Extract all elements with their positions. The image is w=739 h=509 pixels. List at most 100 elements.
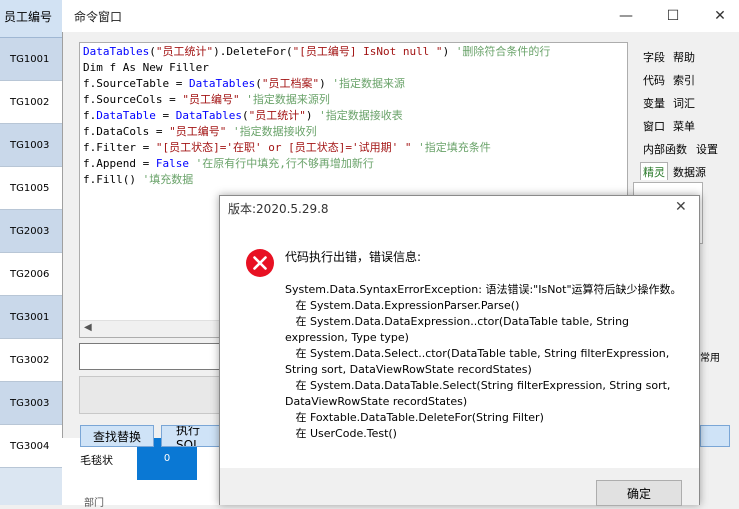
code-line: f.Append = False '在原有行中填充,行不够再增加新行: [83, 156, 374, 172]
error-line: String sort, DataViewRowState recordStat…: [285, 363, 532, 376]
error-line: System.Data.SyntaxErrorException: 语法错误:"…: [285, 283, 682, 296]
grid-row[interactable]: TG1003: [0, 124, 62, 167]
code-token: '指定数据来源列: [246, 93, 330, 106]
code-token: "[员工状态]='在职' or [员工状态]='试用期' ": [155, 141, 412, 154]
panel-item[interactable]: 词汇: [673, 95, 695, 111]
common-label[interactable]: 常用: [700, 349, 720, 364]
code-token: '指定数据来源: [332, 77, 405, 90]
grid-row[interactable]: TG1005: [0, 167, 62, 210]
code-token: "员工统计": [248, 109, 306, 122]
code-line: f.SourceCols = "员工编号" '指定数据来源列: [83, 92, 330, 108]
code-token: Dim f As New Filler: [83, 61, 209, 74]
code-token: False: [155, 157, 189, 170]
code-token: '删除符合条件的行: [455, 45, 551, 58]
close-button[interactable]: ✕: [710, 6, 730, 26]
code-token: f.Append =: [83, 157, 156, 170]
error-icon: [245, 248, 275, 278]
exec-sql-button[interactable]: 执行SQL: [161, 425, 223, 447]
code-token: f.Fill(): [83, 173, 143, 186]
code-line: f.SourceTable = DataTables("员工档案") '指定数据…: [83, 76, 405, 92]
panel-item[interactable]: 字段: [643, 49, 665, 65]
grid-row[interactable]: TG2006: [0, 253, 62, 296]
dialog-title: 版本:2020.5.29.8: [228, 202, 329, 216]
code-token: (: [241, 109, 249, 122]
code-token: ).DeleteFor(: [213, 45, 293, 58]
minimize-button[interactable]: —: [616, 6, 636, 26]
code-token: (: [149, 45, 156, 58]
code-token: f.SourceCols =: [83, 93, 183, 106]
error-line: 在 System.Data.Select..ctor(DataTable tab…: [285, 347, 670, 360]
background-grid: 员工编号 TG1001 TG1002 TG1003 TG1005 TG2003 TG200…: [0, 0, 62, 505]
panel-item[interactable]: 设置: [696, 141, 718, 157]
find-replace-button[interactable]: 查找替换: [80, 425, 154, 447]
error-line: 在 UserCode.Test(): [285, 427, 397, 440]
scroll-left-icon[interactable]: ◀: [84, 322, 92, 333]
code-token: '填充数据: [142, 173, 194, 186]
panel-item[interactable]: 帮助: [673, 49, 695, 65]
code-token: f.SourceTable =: [83, 77, 189, 90]
panel-item[interactable]: 索引: [673, 72, 695, 88]
panel-item[interactable]: 菜单: [673, 118, 695, 134]
code-line: f.Filter = "[员工状态]='在职' or [员工状态]='试用期' …: [83, 140, 491, 156]
panel-item[interactable]: 变量: [643, 95, 665, 111]
title-bar: [62, 0, 739, 32]
panel-item[interactable]: 内部函数: [643, 141, 687, 157]
code-line: f.DataCols = "员工编号" '指定数据接收列: [83, 124, 317, 140]
grid-column-header[interactable]: 员工编号: [0, 0, 62, 38]
code-line: f.DataTable = DataTables("员工统计") '指定数据接收…: [83, 108, 403, 124]
code-token: '在原有行中填充,行不够再增加新行: [195, 157, 374, 170]
code-token: (: [255, 77, 262, 90]
code-line: f.Fill() '填充数据: [83, 172, 193, 188]
grid-row[interactable]: TG3003: [0, 382, 62, 425]
code-token: "[员工编号] IsNot null ": [292, 45, 443, 58]
code-token: ): [442, 45, 456, 58]
window-title: 命令窗口: [74, 10, 123, 24]
code-token: "员工编号": [169, 125, 227, 138]
tab-datasource[interactable]: 数据源: [673, 164, 706, 180]
error-line: 在 System.Data.DataExpression..ctor(DataT…: [285, 315, 630, 328]
tab-jingling[interactable]: 精灵: [640, 162, 668, 180]
error-heading: 代码执行出错，错误信息:: [285, 250, 422, 264]
panel-item[interactable]: 代码: [643, 72, 665, 88]
grid-row[interactable]: TG1001: [0, 38, 62, 81]
code-line: DataTables("员工统计").DeleteFor("[员工编号] IsN…: [83, 44, 550, 60]
code-line: Dim f As New Filler: [83, 60, 209, 76]
code-token: f.Filter =: [83, 141, 156, 154]
code-token: "员工档案": [261, 77, 320, 90]
code-token: "员工统计": [155, 45, 214, 58]
grid-row[interactable]: TG3004: [0, 425, 62, 468]
code-token: ): [305, 109, 320, 122]
code-token: '指定数据接收列: [232, 125, 317, 138]
code-token: DataTables: [175, 109, 242, 122]
grid-row[interactable]: TG1002: [0, 81, 62, 124]
code-token: DataTables: [83, 45, 150, 58]
code-token: =: [155, 109, 176, 122]
error-line: 在 Foxtable.DataTable.DeleteFor(String Fi…: [285, 411, 544, 424]
grid-bottom-cells: 毛毯状 0 部门: [62, 438, 222, 509]
error-line: expression, Type type): [285, 331, 409, 344]
code-token: f.DataCols =: [83, 125, 170, 138]
code-token: ): [319, 77, 333, 90]
grid-cell: 部门: [84, 498, 104, 509]
dialog-close-button[interactable]: ✕: [675, 199, 687, 215]
code-token: DataTables: [188, 77, 256, 90]
button-fragment[interactable]: [700, 425, 730, 447]
maximize-button[interactable]: ☐: [663, 6, 683, 26]
error-line: DataViewRowState recordStates): [285, 395, 468, 408]
error-line: 在 System.Data.DataTable.Select(String fi…: [285, 379, 671, 392]
code-token: '指定数据接收表: [319, 109, 403, 122]
code-token: DataTable: [96, 109, 156, 122]
grid-cell[interactable]: 毛毯状: [80, 452, 113, 468]
code-token: f.: [83, 109, 97, 122]
ok-button[interactable]: 确定: [596, 480, 682, 506]
grid-row[interactable]: TG3002: [0, 339, 62, 382]
grid-row[interactable]: TG2003: [0, 210, 62, 253]
grid-row[interactable]: TG3001: [0, 296, 62, 339]
panel-item[interactable]: 窗口: [643, 118, 665, 134]
error-message: System.Data.SyntaxErrorException: 语法错误:"…: [285, 282, 685, 442]
error-line: 在 System.Data.ExpressionParser.Parse(): [285, 299, 520, 312]
code-token: "员工编号": [182, 93, 240, 106]
code-token: '指定填充条件: [418, 141, 491, 154]
